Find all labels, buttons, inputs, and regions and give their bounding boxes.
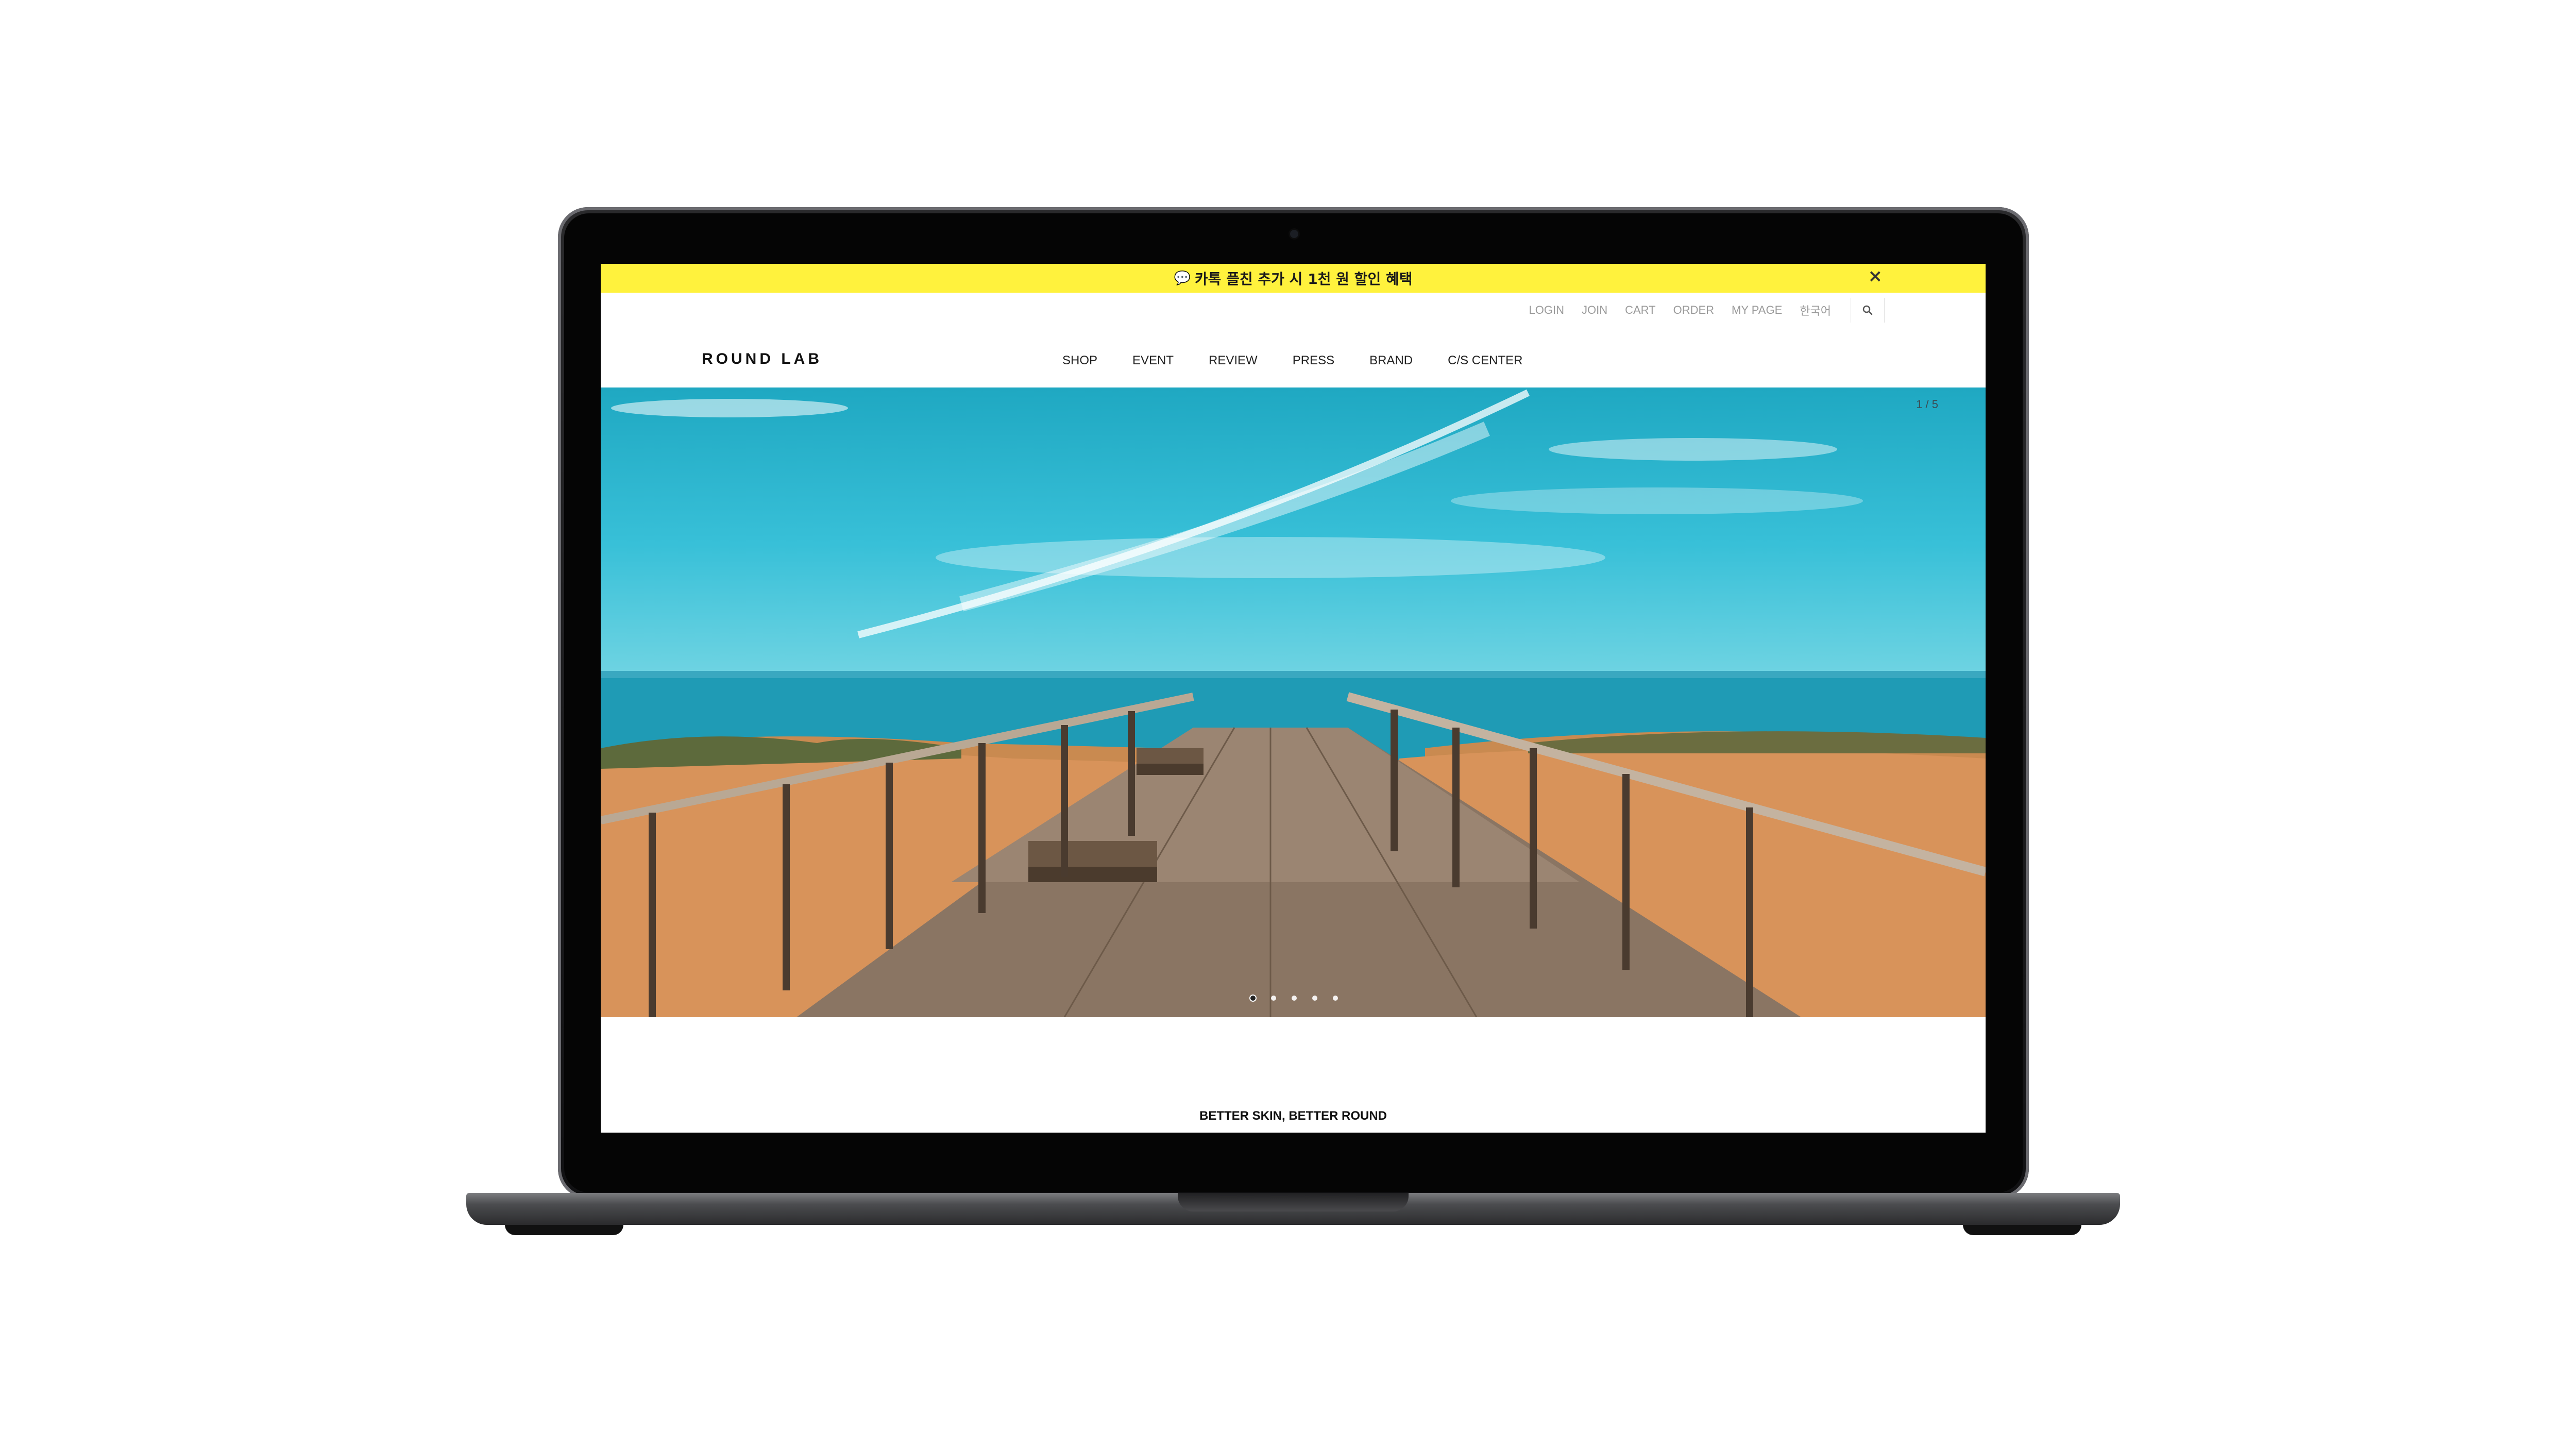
order-link[interactable]: ORDER — [1673, 304, 1714, 317]
announcement-text[interactable]: 카톡 플친 추가 시 1천 원 할인 혜택 — [1195, 268, 1413, 289]
nav-brand[interactable]: BRAND — [1369, 353, 1413, 368]
hero-image — [601, 389, 1986, 1017]
nav-cs-center[interactable]: C/S CENTER — [1448, 353, 1522, 368]
main-nav: ROUND LAB SHOP EVENT REVIEW PRESS BRAND … — [601, 328, 1986, 394]
slide-dot-5[interactable] — [1333, 996, 1338, 1001]
section-tagline: BETTER SKIN, BETTER ROUND — [1199, 1109, 1387, 1123]
slide-dot-2[interactable] — [1271, 996, 1276, 1001]
language-selector[interactable]: 한국어 — [1800, 302, 1831, 318]
close-icon[interactable]: × — [1868, 266, 1883, 287]
slide-counter: 1 / 5 — [1916, 398, 1938, 411]
utility-links: LOGIN JOIN CART ORDER MY PAGE 한국어 — [1529, 293, 1832, 328]
utility-nav: LOGIN JOIN CART ORDER MY PAGE 한국어 — [601, 293, 1986, 328]
cart-link[interactable]: CART — [1625, 304, 1656, 317]
my-page-link[interactable]: MY PAGE — [1732, 304, 1782, 317]
laptop-hinge-notch — [1178, 1193, 1409, 1211]
slide-pagination — [1250, 996, 1338, 1001]
brand-logo[interactable]: ROUND LAB — [702, 350, 822, 368]
webcam — [1290, 230, 1298, 238]
nav-shop[interactable]: SHOP — [1062, 353, 1097, 368]
chat-bubble-icon: 💬 — [1174, 271, 1191, 286]
search-icon — [1862, 305, 1873, 315]
slide-dot-1[interactable] — [1250, 996, 1256, 1001]
laptop-foot-left — [505, 1225, 623, 1235]
login-link[interactable]: LOGIN — [1529, 304, 1564, 317]
join-link[interactable]: JOIN — [1582, 304, 1607, 317]
nav-event[interactable]: EVENT — [1132, 353, 1174, 368]
nav-press[interactable]: PRESS — [1293, 353, 1334, 368]
slide-dot-3[interactable] — [1292, 996, 1297, 1001]
hero-slider[interactable]: 1 / 5 — [601, 387, 1986, 1017]
announcement-bar[interactable]: 💬 카톡 플친 추가 시 1천 원 할인 혜택 × — [601, 264, 1986, 293]
slide-dot-4[interactable] — [1312, 996, 1317, 1001]
main-menu: SHOP EVENT REVIEW PRESS BRAND C/S CENTER — [1062, 328, 1522, 394]
browser-viewport: 💬 카톡 플친 추가 시 1천 원 할인 혜택 × LOGIN JOIN CAR… — [601, 264, 1986, 1133]
search-button[interactable] — [1851, 298, 1885, 323]
nav-review[interactable]: REVIEW — [1209, 353, 1258, 368]
laptop-foot-right — [1963, 1225, 2081, 1235]
